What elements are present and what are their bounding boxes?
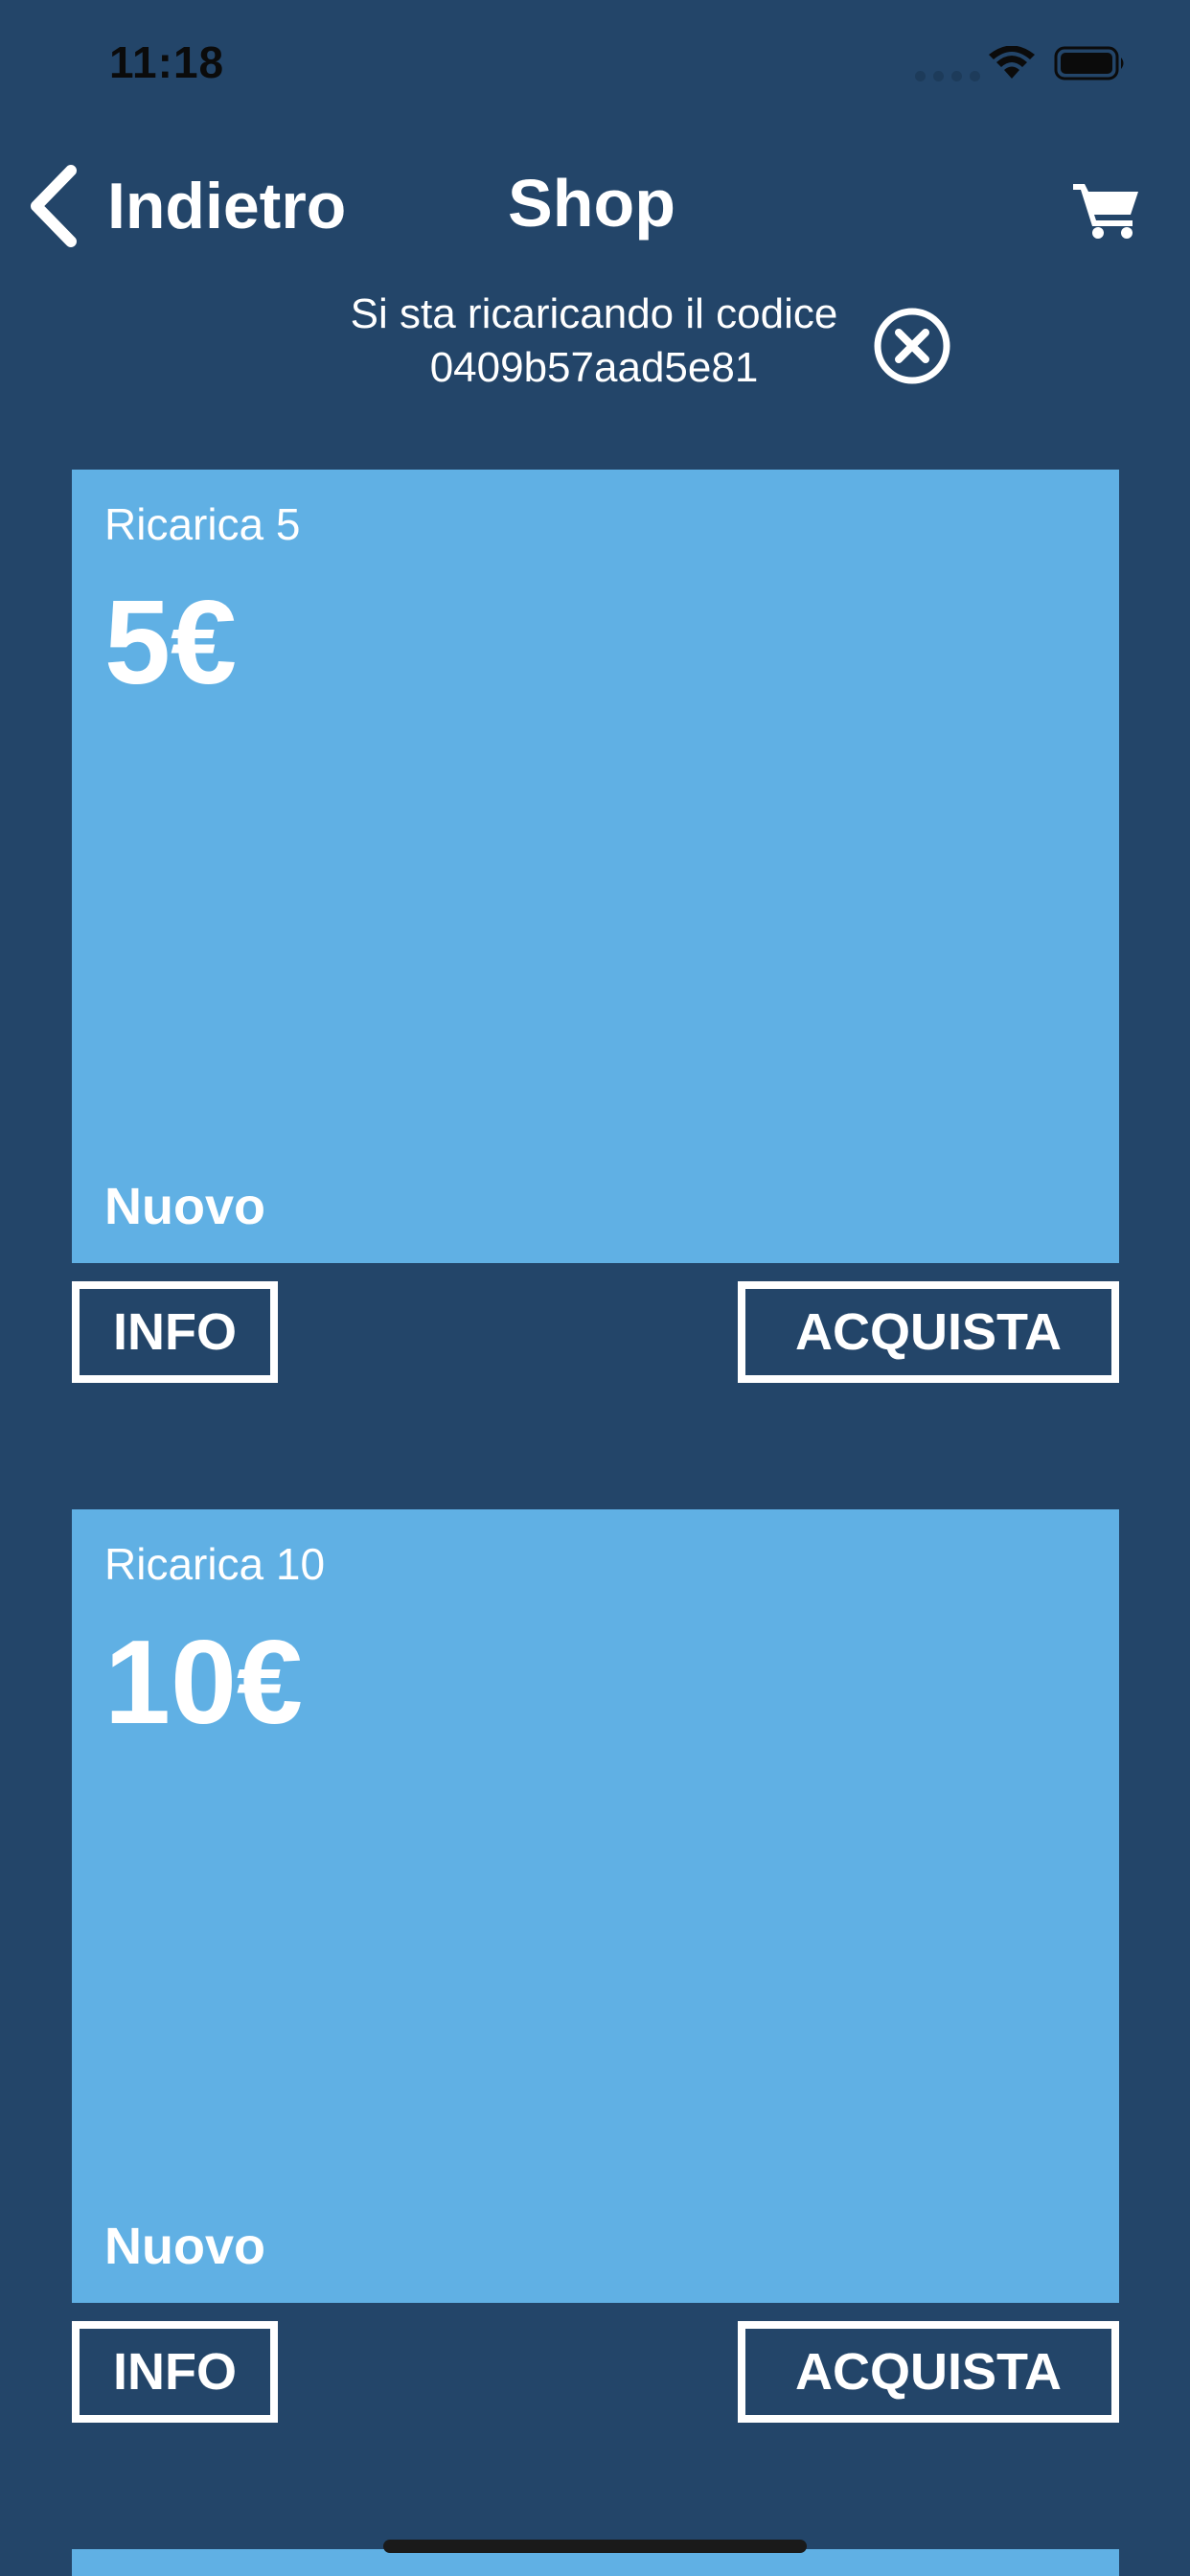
notice-text: Si sta ricaricando il codice 0409b57aad5… — [287, 288, 901, 395]
close-circle-icon[interactable] — [873, 307, 951, 385]
buy-button[interactable]: ACQUISTA — [738, 2321, 1119, 2423]
product-card[interactable]: Ricarica 5 5€ Nuovo — [72, 470, 1119, 1263]
recharge-notice: Si sta ricaricando il codice 0409b57aad5… — [0, 288, 1190, 402]
product-card-partial[interactable] — [72, 2549, 1119, 2576]
info-button[interactable]: INFO — [72, 1281, 278, 1383]
product-price: 5€ — [104, 577, 237, 709]
wifi-icon — [989, 46, 1035, 79]
product-name: Ricarica 5 — [104, 499, 301, 549]
product-actions: INFO ACQUISTA — [72, 2321, 1119, 2423]
info-button[interactable]: INFO — [72, 2321, 278, 2423]
home-indicator — [383, 2540, 807, 2553]
product-tag: Nuovo — [104, 2218, 265, 2275]
notice-line-1: Si sta ricaricando il codice — [350, 290, 838, 337]
cellular-signal-icon — [915, 71, 980, 81]
status-bar: 11:18 — [0, 0, 1190, 125]
product-tag: Nuovo — [104, 1178, 265, 1235]
back-button[interactable]: Indietro — [27, 163, 346, 249]
status-time: 11:18 — [109, 37, 225, 87]
cart-icon[interactable] — [1073, 178, 1140, 240]
product-name: Ricarica 10 — [104, 1539, 326, 1589]
buy-button[interactable]: ACQUISTA — [738, 1281, 1119, 1383]
product-card[interactable]: Ricarica 10 10€ Nuovo — [72, 1509, 1119, 2303]
product-price: 10€ — [104, 1617, 303, 1749]
page-title: Shop — [508, 166, 675, 241]
notice-code: 0409b57aad5e81 — [429, 344, 759, 391]
chevron-left-icon — [31, 165, 77, 247]
nav-bar: Indietro Shop — [0, 144, 1190, 268]
back-label: Indietro — [107, 170, 347, 242]
battery-icon — [1054, 46, 1124, 80]
product-actions: INFO ACQUISTA — [72, 1281, 1119, 1383]
